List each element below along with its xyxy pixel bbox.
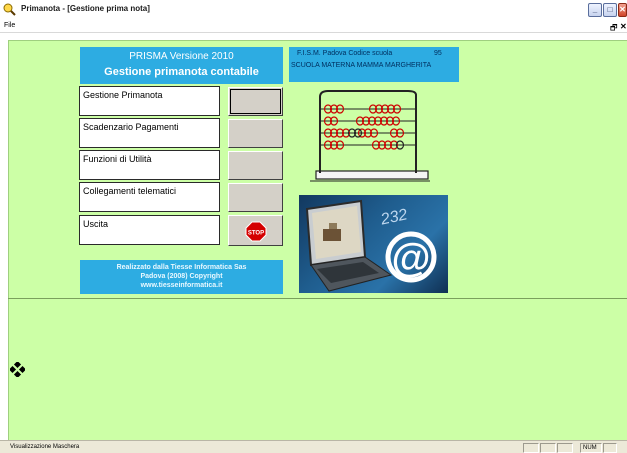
status-cell-5: [603, 443, 617, 453]
status-text: Visualizzazione Maschera: [10, 444, 80, 450]
close-button[interactable]: ✕: [618, 3, 627, 17]
maximize-icon: □: [607, 5, 613, 14]
image-number-text: 232: [378, 206, 409, 228]
funzioni-utilita-button[interactable]: [228, 151, 283, 180]
minimize-icon: _: [592, 5, 598, 14]
app-subtitle: Gestione primanota contabile: [104, 66, 259, 78]
gestione-primanota-button[interactable]: [228, 87, 283, 116]
collegamenti-button[interactable]: [228, 183, 283, 212]
school-info-box: F.I.S.M. Padova Codice scuola 95 SCUOLA …: [289, 47, 459, 82]
close-child-icon[interactable]: ✕: [620, 22, 627, 31]
school-org-label: F.I.S.M. Padova Codice scuola: [297, 50, 393, 57]
status-cell-2: [540, 443, 556, 453]
at-sign-icon: @: [391, 236, 430, 280]
laptop-email-image: 232 @: [299, 195, 448, 293]
menu-file[interactable]: File: [4, 22, 15, 29]
credits-company: Realizzato dalla Tiesse Informatica Sas: [116, 264, 247, 271]
credits-box: Realizzato dalla Tiesse Informatica Sas …: [80, 260, 283, 294]
menu-label-gestione-primanota: Gestione Primanota: [79, 86, 220, 116]
abacus-image: [310, 90, 430, 182]
stop-icon: STOP: [245, 221, 267, 242]
credits-website[interactable]: www.tiesseinformatica.it: [80, 282, 283, 289]
restore-child-icon[interactable]: 🗗: [610, 22, 618, 36]
window-title: Primanota - [Gestione prima nota]: [21, 4, 150, 13]
num-lock-indicator: NUM: [580, 443, 602, 453]
close-icon: ✕: [619, 5, 626, 14]
maximize-button[interactable]: □: [603, 3, 617, 17]
school-name: SCUOLA MATERNA MAMMA MARGHERITA: [291, 62, 432, 69]
status-cell-3: [557, 443, 573, 453]
title-bar: Primanota - [Gestione prima nota] _ □ ✕: [0, 0, 627, 20]
mdi-left-border: [0, 34, 8, 440]
minimize-button[interactable]: _: [588, 3, 602, 17]
menu-label-collegamenti: Collegamenti telematici: [79, 182, 220, 212]
scadenzario-button[interactable]: [228, 119, 283, 148]
menu-label-scadenzario: Scadenzario Pagamenti: [79, 118, 220, 148]
credits-copyright: Padova (2008) Copyright: [140, 273, 223, 280]
school-code: 95: [434, 50, 442, 57]
app-icon: [3, 3, 16, 16]
status-cell-1: [523, 443, 539, 453]
exit-button[interactable]: STOP: [228, 215, 283, 246]
app-version: PRISMA Versione 2010: [129, 51, 234, 62]
menu-label-funzioni: Funzioni di Utilità: [79, 150, 220, 180]
menu-bar: File 🗗 ✕: [0, 20, 627, 33]
stop-text: STOP: [248, 231, 264, 237]
menu-label-uscita: Uscita: [79, 215, 220, 245]
record-selector-icon[interactable]: [10, 362, 25, 377]
form-detail-section: [8, 299, 627, 440]
app-header-banner: PRISMA Versione 2010 Gestione primanota …: [80, 47, 283, 84]
status-bar: Visualizzazione Maschera NUM: [0, 440, 627, 453]
